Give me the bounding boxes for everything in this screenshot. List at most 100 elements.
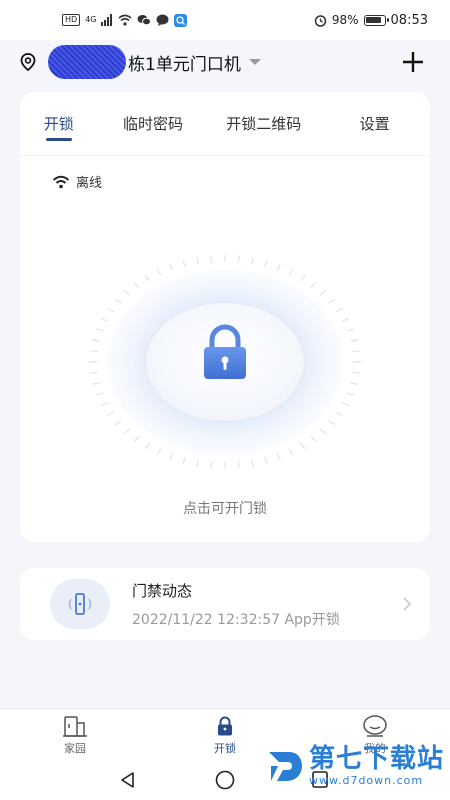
watermark-url: www.d7down.com (308, 774, 424, 787)
watermark-name: 第七下载站 (308, 744, 444, 774)
device-selector[interactable]: 栋1单元门口机 (48, 45, 261, 79)
dial-tick (156, 269, 162, 276)
device-name: 栋1单元门口机 (128, 54, 241, 75)
unlock-card: 开锁 临时密码 开锁二维码 设置 离线 点击可开门锁 (20, 92, 430, 542)
dial-tick (319, 428, 327, 435)
dial-tick (299, 442, 306, 449)
network-type: 4G (85, 15, 97, 24)
dial-tick (251, 257, 254, 265)
d7down-logo-icon (268, 751, 302, 781)
chevron-down-icon (248, 59, 261, 65)
dial-tick (133, 435, 140, 442)
wifi-icon (118, 14, 132, 26)
dial-tick (144, 442, 151, 449)
dial-tick (288, 269, 294, 276)
dial-tick (328, 420, 336, 426)
status-left: HD 4G (62, 13, 188, 27)
dial-tick (341, 402, 350, 407)
dial-tick (196, 459, 199, 467)
dial-tick (310, 435, 317, 442)
dial-tick (89, 371, 98, 374)
home-icon[interactable] (214, 770, 236, 792)
dial-tick (100, 317, 109, 322)
status-right: 98% 08:53 (314, 13, 428, 28)
tab-unlock[interactable]: 开锁 (20, 92, 98, 155)
tab-unlock-qrcode[interactable]: 开锁二维码 (208, 92, 319, 155)
header: 栋1单元门口机 (0, 40, 450, 84)
unlock-button[interactable] (75, 252, 375, 472)
dial-tick (91, 339, 100, 342)
watermark: 第七下载站 www.d7down.com (265, 744, 444, 787)
dial-tick (106, 411, 115, 417)
dial-tick (169, 453, 174, 461)
dial-tick (346, 328, 355, 332)
access-activity-card[interactable]: 门禁动态 2022/11/22 12:32:57 App开锁 (20, 568, 430, 640)
hd-indicator: HD (62, 14, 81, 26)
watermark-text: 第七下载站 www.d7down.com (309, 744, 444, 787)
redacted-address (48, 45, 126, 79)
dial-tick (341, 317, 350, 322)
dial-tick (352, 371, 361, 374)
nav-home[interactable]: 家园 (0, 709, 150, 762)
dial-tick (237, 255, 240, 263)
dial-tick (144, 275, 151, 282)
dial-tick (114, 298, 122, 304)
dial-tick (310, 282, 317, 289)
dial-tick (210, 255, 213, 263)
dial-tick (95, 392, 104, 396)
dial-tick (335, 307, 344, 313)
dial-tick (263, 456, 268, 464)
location-pin-icon[interactable] (18, 52, 38, 72)
lock-icon (218, 716, 232, 736)
dial-tick (133, 282, 140, 289)
dial-tick (319, 289, 327, 296)
alarm-icon (314, 14, 327, 27)
dial-tick (335, 411, 344, 417)
dial-tick (123, 428, 131, 435)
nav-unlock-label: 开锁 (214, 742, 236, 755)
dial-tick (106, 307, 115, 313)
dial-tick (288, 448, 294, 455)
battery-percent: 98% (331, 13, 359, 27)
back-icon[interactable] (118, 770, 138, 790)
dial-tick (123, 289, 131, 296)
tab-settings[interactable]: 设置 (319, 92, 430, 155)
message-icon (156, 14, 169, 26)
dial-tick (328, 298, 336, 304)
dial-tick (89, 350, 98, 353)
wifi-icon (52, 175, 70, 188)
add-button[interactable] (398, 47, 428, 77)
dial-tick (263, 260, 268, 268)
dial-tick (169, 263, 174, 271)
search-app-icon (174, 13, 188, 27)
clock-time: 08:53 (390, 12, 428, 28)
dial-tick (350, 339, 359, 342)
dial-tick (182, 260, 187, 268)
dial-tick (95, 328, 104, 332)
door-activity-icon (50, 579, 110, 629)
connection-status: 离线 (52, 172, 102, 191)
chevron-right-icon (403, 597, 412, 611)
activity-detail: 2022/11/22 12:32:57 App开锁 (132, 611, 340, 628)
dial-tick (276, 263, 281, 271)
home-building-icon (63, 716, 87, 737)
dial-tick (182, 456, 187, 464)
dial-tick (196, 257, 199, 265)
dial-tick (100, 402, 109, 407)
dial-tick (91, 382, 100, 385)
tab-temp-password[interactable]: 临时密码 (98, 92, 209, 155)
dial-tick (346, 392, 355, 396)
profile-icon (363, 715, 387, 737)
nav-home-label: 家园 (64, 742, 86, 755)
dial-tick (352, 350, 361, 353)
activity-title: 门禁动态 (132, 581, 193, 600)
unlock-hint: 点击可开门锁 (183, 501, 267, 517)
wechat-icon (137, 15, 152, 26)
signal-icon (101, 14, 113, 26)
connection-label: 离线 (76, 176, 103, 191)
dial-tick (276, 453, 281, 461)
dial-tick (350, 382, 359, 385)
battery-icon (363, 14, 389, 26)
activity-text: 门禁动态 2022/11/22 12:32:57 App开锁 (132, 580, 402, 629)
unlock-dial (89, 255, 361, 469)
